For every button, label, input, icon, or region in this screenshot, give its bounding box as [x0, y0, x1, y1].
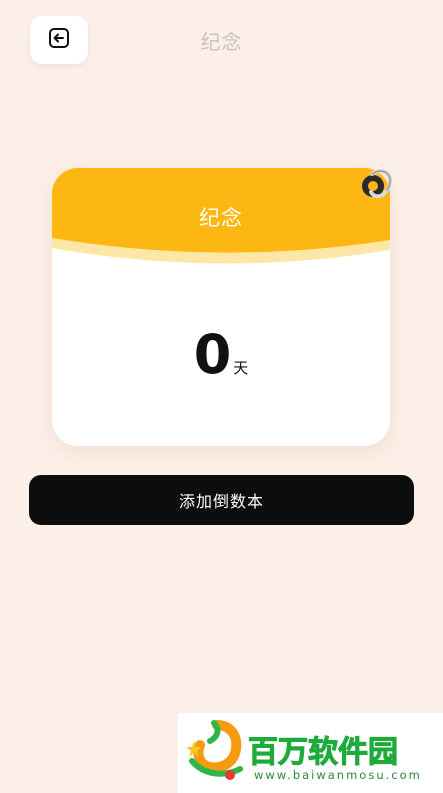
screen: 纪念 纪念 0天 添加倒数本 百万软件园 www.baiwanmosu.com [0, 0, 443, 793]
page-title: 纪念 [200, 30, 243, 54]
watermark: 百万软件园 www.baiwanmosu.com [178, 713, 443, 793]
watermark-url: www.baiwanmosu.com [254, 768, 422, 782]
brand-logo-icon [184, 719, 246, 785]
binder-ring-icon [354, 164, 396, 206]
add-countdown-book-button[interactable]: 添加倒数本 [29, 475, 414, 525]
count-unit: 天 [233, 359, 249, 377]
count-display: 0天 [52, 323, 390, 386]
count-value: 0 [193, 323, 232, 386]
card-title: 纪念 [199, 206, 243, 230]
countdown-card[interactable]: 纪念 0天 [52, 168, 390, 446]
watermark-name: 百万软件园 [248, 735, 399, 771]
